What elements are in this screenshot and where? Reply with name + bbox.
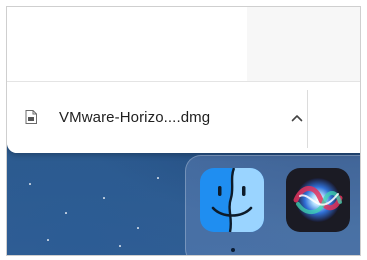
file-icon <box>25 110 37 124</box>
download-file-name: VMware-Horizo....dmg <box>59 108 211 126</box>
download-item[interactable]: VMware-Horizo....dmg <box>25 102 311 132</box>
download-shelf: VMware-Horizo....dmg <box>7 82 360 153</box>
screen-frame: VMware-Horizo....dmg <box>6 6 361 256</box>
dock <box>185 155 360 255</box>
chevron-up-icon <box>291 115 303 122</box>
shelf-separator <box>307 90 308 148</box>
browser-window: VMware-Horizo....dmg <box>7 7 360 153</box>
finder-icon <box>200 168 264 232</box>
siri-icon <box>286 168 350 232</box>
page-content-side-panel <box>247 7 360 81</box>
finder-running-indicator <box>231 248 235 252</box>
dock-app-finder[interactable] <box>200 168 264 232</box>
dock-app-siri[interactable] <box>286 168 350 232</box>
